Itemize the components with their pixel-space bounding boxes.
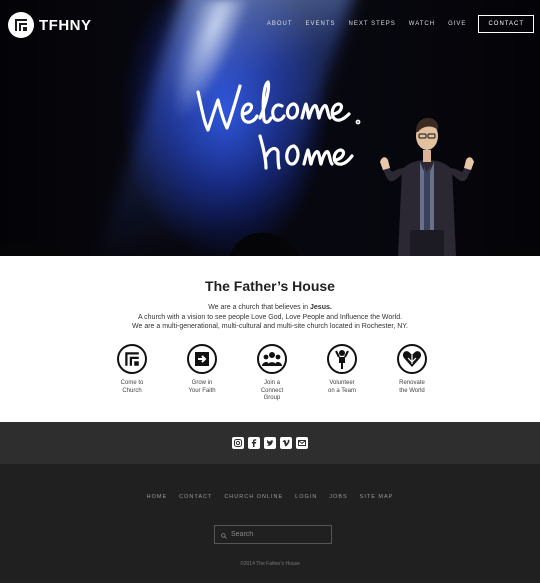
logo-text: TFHNY <box>39 16 92 34</box>
nav-watch[interactable]: WATCH <box>409 21 435 27</box>
search-input[interactable] <box>231 531 326 538</box>
cta-label: Grow in Your Faith <box>188 380 215 395</box>
welcome-home-lettering <box>196 80 361 170</box>
facebook-icon[interactable] <box>248 437 260 449</box>
cta-label-line: Come to <box>120 380 144 386</box>
footer-search <box>214 525 332 544</box>
cta-label: Come to Church <box>121 380 144 395</box>
cta-label-line: Join a <box>263 380 280 386</box>
copyright-text: ©2014 The Father's House <box>240 561 300 567</box>
cta-join-connect-group[interactable]: Join a Connect Group <box>237 344 307 403</box>
intro-section: The Father’s House We are a church that … <box>0 256 540 422</box>
vimeo-icon[interactable] <box>280 437 292 449</box>
site-footer: HOME CONTACT CHURCH ONLINE LOGIN JOBS SI… <box>0 464 540 583</box>
cta-renovate-world[interactable]: Renovate the World <box>377 344 447 403</box>
cta-label-line: Group <box>263 395 281 401</box>
cta-label-line: Volunteer <box>329 380 355 386</box>
contact-button[interactable]: CONTACT <box>478 15 534 33</box>
intro-line-1: We are a church that believes in Jesus. <box>0 303 540 313</box>
cta-label-line: Church <box>122 387 142 394</box>
instagram-icon[interactable] <box>232 437 244 449</box>
nav-next-steps[interactable]: NEXT STEPS <box>349 21 396 27</box>
cta-label: Renovate the World <box>399 380 425 395</box>
cta-row: Come to Church Grow in Your Faith Join a… <box>97 344 447 403</box>
cta-grow-in-faith[interactable]: Grow in Your Faith <box>167 344 237 403</box>
church-logo-icon <box>117 344 147 374</box>
intro-jesus-bold: Jesus. <box>310 304 332 311</box>
cta-label-line: Renovate <box>399 380 425 386</box>
welcome-home-script <box>190 70 365 170</box>
cta-label-line: Connect <box>260 387 284 394</box>
intro-line-2: A church with a vision to see people Lov… <box>137 313 403 321</box>
main-nav: ABOUT EVENTS NEXT STEPS WATCH GIVE CONTA… <box>254 15 534 33</box>
crowd-silhouette <box>0 232 540 256</box>
cta-label-line: Grow in <box>191 380 213 386</box>
twitter-icon[interactable] <box>264 437 276 449</box>
cta-label: Volunteer on a Team <box>328 380 356 395</box>
footer-nav: HOME CONTACT CHURCH ONLINE LOGIN JOBS SI… <box>0 494 540 500</box>
group-icon <box>257 344 287 374</box>
nav-give[interactable]: GIVE <box>448 21 466 27</box>
social-links <box>0 422 540 464</box>
page-title: The Father’s House <box>205 278 335 294</box>
cta-label: Join a Connect Group <box>261 380 283 403</box>
footer-link-contact[interactable]: CONTACT <box>179 494 212 500</box>
intro-line-1-text: We are a church that believes in <box>208 304 311 311</box>
logo-mark-icon <box>8 12 34 38</box>
footer-link-jobs[interactable]: JOBS <box>329 494 347 500</box>
heart-icon <box>397 344 427 374</box>
site-logo[interactable]: TFHNY <box>8 12 92 38</box>
cta-come-to-church[interactable]: Come to Church <box>97 344 167 403</box>
cta-label-line: on a Team <box>328 387 356 394</box>
footer-link-home[interactable]: HOME <box>147 494 168 500</box>
arrow-right-icon <box>187 344 217 374</box>
intro-text: We are a church that believes in Jesus. … <box>0 303 540 332</box>
cta-label-line: Your Faith <box>188 387 216 394</box>
volunteer-icon <box>327 344 357 374</box>
nav-events[interactable]: EVENTS <box>306 21 336 27</box>
intro-line-3: We are a multi-generational, multi-cultu… <box>132 323 408 330</box>
nav-about[interactable]: ABOUT <box>267 21 293 27</box>
footer-link-site-map[interactable]: SITE MAP <box>360 494 394 500</box>
hero-banner: TFHNY ABOUT EVENTS NEXT STEPS WATCH GIVE… <box>0 0 540 256</box>
footer-link-login[interactable]: LOGIN <box>295 494 317 500</box>
cta-label-line: the World <box>399 387 425 394</box>
email-icon[interactable] <box>296 437 308 449</box>
footer-link-church-online[interactable]: CHURCH ONLINE <box>224 494 283 500</box>
cta-volunteer[interactable]: Volunteer on a Team <box>307 344 377 403</box>
search-icon <box>221 526 227 544</box>
